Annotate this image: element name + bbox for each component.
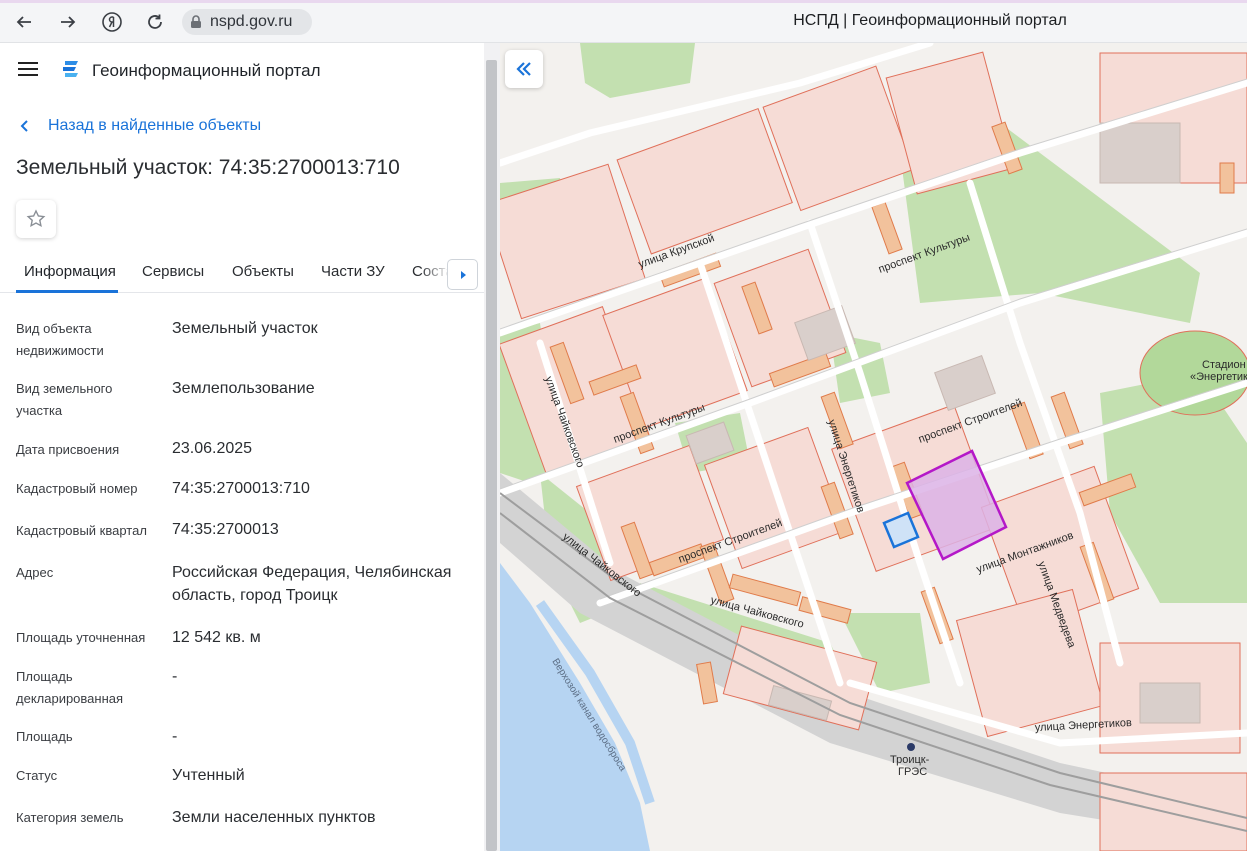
prop-value-area-declared: - [172, 668, 178, 685]
map-view[interactable]: улица Крупской проспект Культуры проспек… [500, 43, 1247, 851]
label-stadium-1: Стадион [1202, 359, 1246, 371]
info-panel: Геоинформационный портал Назад в найденн… [0, 43, 484, 851]
prop-value-status: Учтенный [172, 767, 245, 784]
station-marker [907, 743, 915, 751]
back-arrow-icon[interactable] [10, 9, 38, 35]
double-chevron-left-icon [516, 62, 531, 76]
page-title: НСПД | Геоинформационный портал [793, 12, 1067, 29]
address-bar[interactable]: nspd.gov.ru [182, 9, 312, 35]
label-station-1: Троицк- [890, 754, 930, 766]
tab-bar: Информация Сервисы Объекты Части ЗУ Сост… [0, 253, 484, 293]
back-link-label: Назад в найденные объекты [48, 117, 262, 134]
prop-label-land-category: Категория земель [16, 810, 124, 825]
favorite-button[interactable] [16, 200, 56, 238]
prop-value-area: - [172, 728, 178, 745]
prop-value-parcel-type: Землепользование [172, 380, 315, 397]
prop-label-status: Статус [16, 768, 58, 783]
prop-value-assign-date: 23.06.2025 [172, 440, 253, 457]
panel-scrollbar-thumb[interactable] [486, 60, 497, 851]
prop-value-object-type: Земельный участок [172, 320, 318, 337]
prop-label-address: Адрес [16, 565, 54, 580]
prop-label-assign-date: Дата присвоения [16, 442, 120, 457]
lock-icon [191, 15, 201, 28]
collapse-panel-button[interactable] [505, 50, 543, 88]
reload-icon[interactable] [141, 9, 169, 35]
object-title: Земельный участок: 74:35:2700013:710 [16, 156, 400, 179]
tab-services[interactable]: Сервисы [142, 263, 204, 280]
forward-arrow-icon[interactable] [54, 9, 82, 35]
tab-objects[interactable]: Объекты [232, 263, 294, 280]
prop-value-address: Российская Федерация, Челябинская област… [172, 564, 452, 604]
chevron-left-icon [20, 120, 28, 132]
app-title: Геоинформационный портал [92, 61, 321, 80]
back-to-results-link[interactable]: Назад в найденные объекты [18, 117, 261, 135]
prop-value-cadastral-quarter: 74:35:2700013 [172, 521, 279, 538]
menu-icon[interactable] [18, 62, 38, 78]
prop-label-area-precise: Площадь уточненная [16, 630, 146, 645]
prop-label-cadastral-number: Кадастровый номер [16, 481, 138, 496]
tab-fade [420, 253, 450, 291]
prop-value-area-precise: 12 542 кв. м [172, 629, 261, 646]
tabs-scroll-right-button[interactable] [447, 259, 478, 290]
tab-parcel-parts[interactable]: Части ЗУ [321, 263, 385, 280]
star-icon [26, 209, 46, 228]
prop-label-object-type: Вид объекта недвижимости [16, 321, 104, 358]
prop-value-cadastral-number: 74:35:2700013:710 [172, 480, 310, 497]
active-tab-indicator [16, 290, 118, 293]
portal-logo-icon [60, 58, 82, 80]
prop-label-area-declared: Площадь декларированная [16, 669, 124, 706]
url-text: nspd.gov.ru [210, 13, 293, 30]
prop-label-area: Площадь [16, 729, 73, 744]
prop-label-cadastral-quarter: Кадастровый квартал [16, 523, 147, 538]
prop-value-land-category: Земли населенных пунктов [172, 809, 376, 826]
tab-information[interactable]: Информация [24, 263, 116, 280]
browser-accent-line [0, 0, 1247, 3]
prop-label-parcel-type: Вид земельного участка [16, 381, 113, 418]
triangle-right-icon [460, 270, 466, 279]
label-stadium-2: «Энергетик» [1190, 371, 1247, 383]
yandex-icon[interactable] [98, 9, 126, 35]
browser-toolbar: nspd.gov.ru НСПД | Геоинформационный пор… [0, 0, 1247, 43]
label-station-2: ГРЭС [898, 766, 927, 778]
